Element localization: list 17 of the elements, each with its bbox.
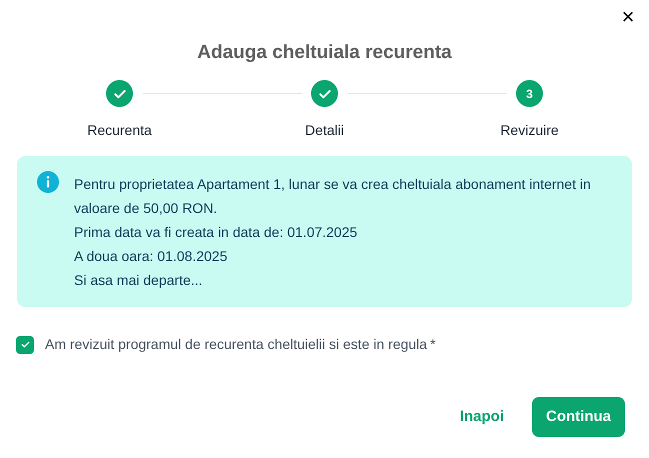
confirm-checkbox[interactable] bbox=[16, 336, 34, 354]
step-label: Detalii bbox=[305, 121, 344, 140]
step-number: 3 bbox=[516, 80, 543, 107]
info-text: Pentru proprietatea Apartament 1, lunar se va crea cheltuiala abonament internet in valoare de 50,00 RON. bbox=[74, 175, 592, 218]
dialog-title: Adauga cheltuiala recurenta bbox=[197, 42, 452, 64]
info-text: Si asa mai departe... bbox=[74, 271, 204, 290]
required-mark: * bbox=[430, 335, 436, 354]
check-icon bbox=[20, 339, 30, 350]
back-button[interactable]: Inapoi bbox=[440, 397, 524, 437]
continue-button[interactable]: Continua bbox=[532, 397, 625, 437]
info-text: A doua oara: 01.08.2025 bbox=[74, 247, 228, 266]
confirm-label: Am revizuit programul de recurenta cheltuielii si este in regula bbox=[45, 335, 428, 354]
step-label: Revizuire bbox=[500, 121, 559, 140]
info-text: Prima data va fi creata in data de: 01.07.2025 bbox=[74, 223, 358, 242]
close-button[interactable]: × bbox=[617, 4, 639, 30]
info-icon bbox=[37, 171, 59, 193]
step-label: Recurenta bbox=[87, 121, 152, 140]
